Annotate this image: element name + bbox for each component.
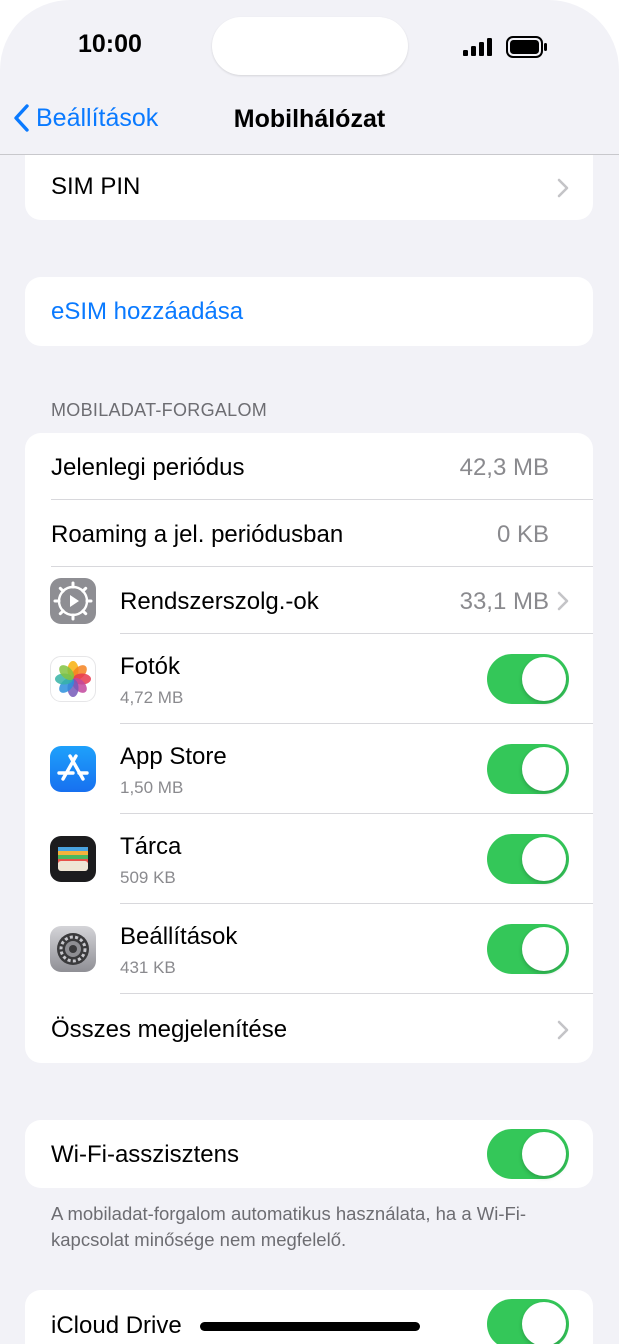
toggle-knob	[522, 1302, 566, 1344]
cellular-signal-icon	[463, 38, 492, 56]
system-services-value: 33,1 MB	[459, 588, 549, 615]
app-usage: 1,50 MB	[120, 778, 184, 797]
sim-pin-card: SIM PIN	[25, 155, 593, 220]
sim-pin-row[interactable]: SIM PIN	[25, 155, 593, 220]
settings-icon	[50, 926, 96, 972]
chevron-right-icon	[557, 591, 569, 611]
photos-toggle[interactable]	[487, 654, 569, 704]
wifi-assist-row: Wi-Fi-asszisztens	[25, 1120, 593, 1188]
app-row-app-store: App Store 1,50 MB	[25, 724, 593, 814]
show-all-label: Összes megjelenítése	[51, 1016, 288, 1043]
chevron-right-icon	[557, 1020, 569, 1040]
wifi-assist-card: Wi-Fi-asszisztens	[25, 1120, 593, 1188]
icloud-drive-card: iCloud Drive	[25, 1290, 593, 1344]
current-period-row: Jelenlegi periódus 42,3 MB	[25, 433, 593, 500]
app-name: Beállítások	[120, 923, 238, 950]
photos-icon	[50, 656, 96, 702]
add-esim-label: eSIM hozzáadása	[51, 298, 244, 325]
current-period-label: Jelenlegi periódus	[51, 454, 245, 481]
toggle-knob	[522, 837, 566, 881]
app-usage: 4,72 MB	[120, 688, 184, 707]
system-services-icon	[50, 578, 96, 624]
system-services-row[interactable]: Rendszerszolg.-ok 33,1 MB	[25, 567, 593, 634]
app-name: Fotók	[120, 653, 181, 680]
status-bar: 10:00	[0, 0, 619, 95]
show-all-row[interactable]: Összes megjelenítése	[25, 994, 593, 1063]
roaming-row: Roaming a jel. periódusban 0 KB	[25, 500, 593, 567]
settings-toggle[interactable]	[487, 924, 569, 974]
wifi-assist-footer: A mobiladat-forgalom automatikus használ…	[51, 1203, 527, 1250]
wifi-assist-toggle[interactable]	[487, 1129, 569, 1179]
esim-card: eSIM hozzáadása	[25, 277, 593, 346]
app-row-settings: Beállítások 431 KB	[25, 904, 593, 994]
phone-screen: 10:00 Beállítások Mobilhálózat SIM PIN e…	[0, 0, 619, 1344]
roaming-value: 0 KB	[496, 521, 549, 548]
section-header-data-usage: MOBILADAT-FORGALOM	[51, 400, 268, 420]
wallet-icon	[50, 836, 96, 882]
current-period-value: 42,3 MB	[459, 454, 549, 481]
app-row-wallet: Tárca 509 KB	[25, 814, 593, 904]
app-usage: 431 KB	[120, 958, 176, 977]
app-usage: 509 KB	[120, 868, 176, 887]
home-indicator[interactable]	[200, 1322, 420, 1331]
navigation-bar: Beállítások Mobilhálózat	[0, 95, 619, 155]
app-name: Tárca	[120, 833, 182, 860]
add-esim-button[interactable]: eSIM hozzáadása	[25, 277, 593, 346]
toggle-knob	[522, 1132, 566, 1176]
dynamic-island	[212, 17, 408, 75]
battery-icon	[506, 36, 547, 58]
sim-pin-label: SIM PIN	[51, 173, 141, 200]
system-services-label: Rendszerszolg.-ok	[120, 588, 319, 615]
app-store-toggle[interactable]	[487, 744, 569, 794]
app-name: App Store	[120, 743, 227, 770]
toggle-knob	[522, 927, 566, 971]
chevron-right-icon	[557, 178, 569, 198]
wallet-toggle[interactable]	[487, 834, 569, 884]
app-store-icon	[50, 746, 96, 792]
data-usage-card: Jelenlegi periódus 42,3 MB Roaming a jel…	[25, 433, 593, 1063]
app-row-photos: Fotók 4,72 MB	[25, 634, 593, 724]
icloud-drive-toggle[interactable]	[487, 1299, 569, 1344]
icloud-drive-row: iCloud Drive	[25, 1290, 593, 1344]
wifi-assist-label: Wi-Fi-asszisztens	[51, 1141, 240, 1168]
roaming-label: Roaming a jel. periódusban	[51, 521, 344, 548]
status-time: 10:00	[78, 30, 142, 58]
page-title: Mobilhálózat	[233, 105, 386, 133]
icloud-drive-label: iCloud Drive	[51, 1312, 182, 1339]
toggle-knob	[522, 657, 566, 701]
toggle-knob	[522, 747, 566, 791]
